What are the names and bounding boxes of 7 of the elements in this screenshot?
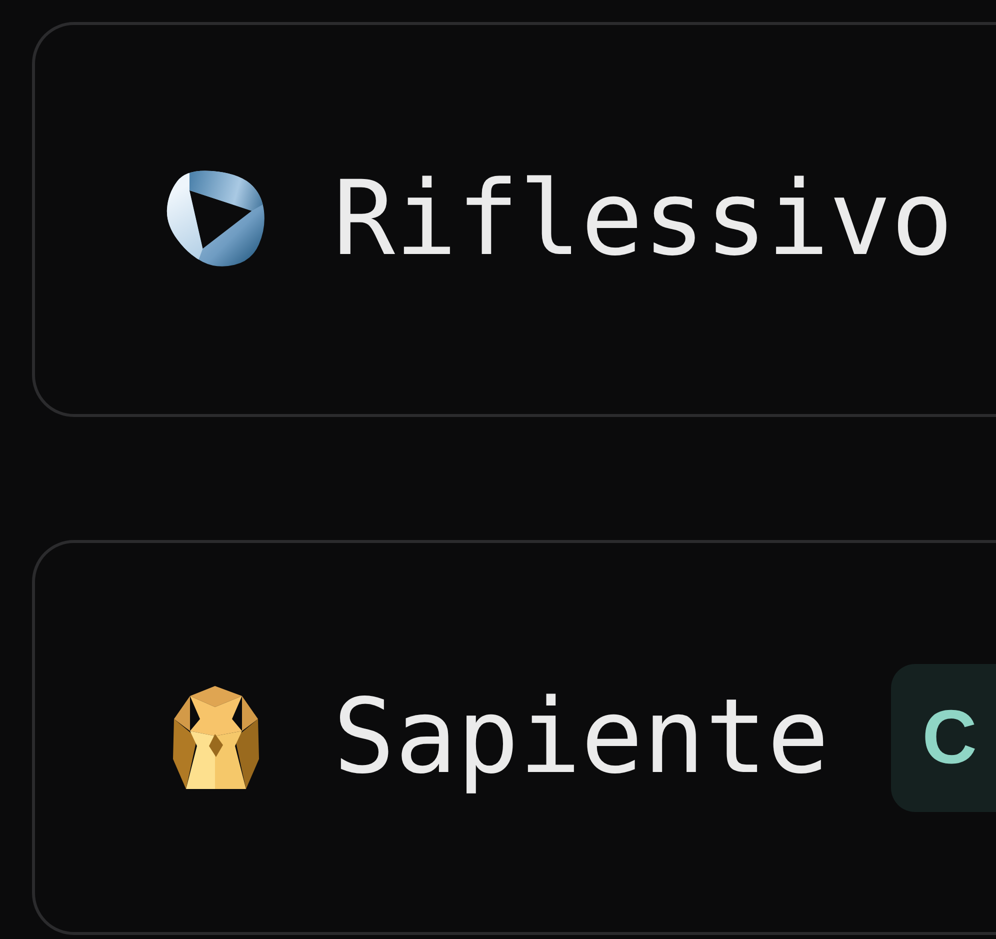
tag-label: C <box>891 664 996 812</box>
model-option[interactable]: Riflessivo <box>32 22 996 417</box>
ribbon-loop-icon <box>166 170 266 270</box>
model-name: Riflessivo <box>333 160 954 279</box>
model-option[interactable]: Sapiente C <box>32 540 996 935</box>
model-name: Sapiente <box>333 678 830 797</box>
owl-icon <box>172 686 260 790</box>
